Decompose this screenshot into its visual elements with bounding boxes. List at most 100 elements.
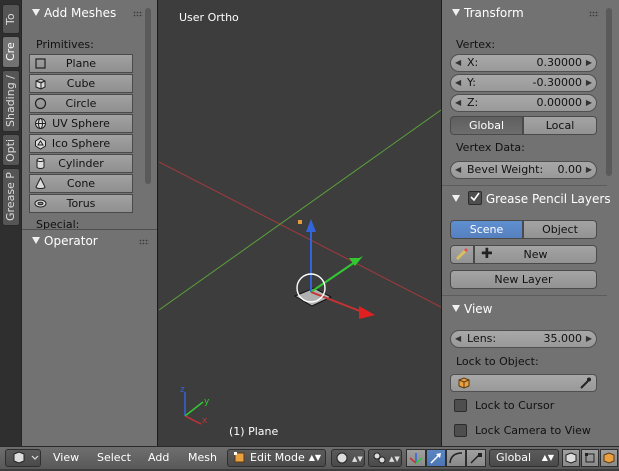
tab-tools[interactable]: To (2, 4, 20, 34)
increment-arrow-icon[interactable]: ▶ (586, 331, 592, 347)
lock-camera-checkbox[interactable] (454, 424, 467, 437)
collapse-triangle-icon (452, 305, 460, 312)
add-cylinder-button[interactable]: Cylinder (29, 154, 133, 173)
menu-mesh[interactable]: Mesh (188, 451, 217, 464)
updown-arrows-icon: ▲▼ (308, 453, 321, 462)
decrement-arrow-icon[interactable]: ◀ (455, 75, 461, 91)
add-uv-sphere-button[interactable]: UV Sphere (29, 114, 133, 133)
vertex-x-field[interactable]: ◀ X: 0.30000 ▶ (450, 54, 597, 72)
new-label: New (523, 248, 548, 261)
new-grease-pencil-button[interactable]: ✚ New (474, 245, 597, 264)
increment-arrow-icon[interactable]: ▶ (586, 95, 592, 111)
svg-text:▲▼: ▲▼ (352, 455, 363, 463)
z-arrow-icon[interactable] (306, 219, 316, 232)
orientation-dropdown[interactable]: Global ▲▼ (489, 449, 559, 467)
3d-viewport[interactable]: z y x User Ortho (1) Plane (159, 0, 441, 446)
viewport-title: User Ortho (179, 11, 239, 24)
decrement-arrow-icon[interactable]: ◀ (455, 331, 461, 347)
grease-pencil-enable-checkbox[interactable] (467, 191, 482, 205)
increment-arrow-icon[interactable]: ▶ (586, 75, 592, 91)
origin-point[interactable] (298, 220, 302, 224)
drag-grip-icon[interactable] (133, 11, 143, 17)
add-cube-label: Cube (66, 77, 96, 90)
lock-object-field[interactable] (450, 374, 597, 392)
checkmark-icon (470, 192, 480, 202)
vertex-x-value: 0.30000 (536, 56, 583, 69)
rotate-manipulator-button[interactable] (446, 449, 466, 467)
drag-grip-icon[interactable] (139, 239, 149, 245)
add-cube-button[interactable]: Cube (29, 74, 133, 93)
collapse-triangle-icon (32, 237, 40, 244)
add-plane-button[interactable]: Plane (29, 54, 133, 73)
pivot-point-dropdown[interactable]: ▲▼ (368, 449, 402, 467)
view-header[interactable]: View (442, 298, 619, 320)
x-arrow-icon[interactable] (359, 306, 375, 319)
properties-scrollbar[interactable] (606, 8, 612, 176)
tab-grease-pencil[interactable]: Grease P (2, 168, 20, 226)
translate-manipulator-button[interactable] (426, 449, 446, 467)
tab-shading[interactable]: Shading / (2, 70, 20, 132)
mode-dropdown[interactable]: Edit Mode ▲▼ (227, 449, 326, 467)
lock-to-cursor-checkbox[interactable] (454, 399, 467, 412)
select-vertex-icon (585, 453, 595, 463)
add-meshes-title: Add Meshes (44, 6, 117, 20)
increment-arrow-icon[interactable]: ▶ (586, 55, 592, 71)
editor-type-dropdown[interactable] (5, 449, 41, 467)
lens-value: 35.000 (543, 332, 583, 345)
add-circle-button[interactable]: Circle (29, 94, 133, 113)
object-toggle[interactable]: Object (523, 220, 597, 239)
viewport-shading-dropdown[interactable]: ▲▼ (331, 449, 365, 467)
rotate-arc-icon (449, 452, 463, 464)
tab-options[interactable]: Opti (2, 134, 20, 166)
menu-add[interactable]: Add (148, 451, 169, 464)
cube-orange-icon (603, 452, 615, 464)
vertex-x-label: X: (467, 56, 479, 69)
vertex-label: Vertex: (456, 38, 496, 51)
uv-sphere-icon (34, 117, 47, 130)
tab-create[interactable]: Cre (2, 36, 20, 68)
object-label: (1) Plane (229, 425, 279, 438)
scale-manipulator-button[interactable] (466, 449, 486, 467)
layer-button-3[interactable] (600, 449, 618, 467)
add-torus-button[interactable]: Torus (29, 194, 133, 213)
tool-shelf-scrollbar[interactable] (145, 8, 151, 184)
primitives-label: Primitives: (36, 38, 94, 51)
bevel-weight-label: Bevel Weight: (467, 163, 544, 176)
increment-arrow-icon[interactable]: ▶ (586, 162, 592, 178)
add-uv-sphere-label: UV Sphere (52, 117, 110, 130)
bevel-weight-field[interactable]: ◀ Bevel Weight: 0.00 ▶ (450, 161, 597, 179)
manipulator-icon (409, 453, 423, 464)
mode-label: Edit Mode (250, 451, 305, 464)
layer-button-2[interactable] (581, 449, 599, 467)
decrement-arrow-icon[interactable]: ◀ (455, 95, 461, 111)
bevel-weight-value: 0.00 (557, 163, 583, 176)
x-axis-line (159, 161, 441, 308)
vertex-y-field[interactable]: ◀ Y: -0.30000 ▶ (450, 74, 597, 92)
operator-header[interactable]: Operator (22, 230, 157, 252)
lock-to-cursor-label: Lock to Cursor (475, 399, 555, 412)
torus-icon (34, 197, 47, 210)
gizmo-x-label: x (202, 416, 208, 426)
menu-select[interactable]: Select (97, 451, 131, 464)
drag-grip-icon[interactable] (589, 11, 599, 17)
local-toggle[interactable]: Local (523, 116, 597, 135)
decrement-arrow-icon[interactable]: ◀ (455, 55, 461, 71)
transform-title: Transform (464, 6, 524, 20)
cube-icon (34, 77, 47, 90)
add-ico-sphere-button[interactable]: Ico Sphere (29, 134, 133, 153)
scene-toggle[interactable]: Scene (450, 220, 523, 239)
lens-field[interactable]: ◀ Lens: 35.000 ▶ (450, 330, 597, 348)
global-toggle[interactable]: Global (450, 116, 523, 135)
grease-pencil-header[interactable]: Grease Pencil Layers (442, 188, 619, 210)
decrement-arrow-icon[interactable]: ◀ (455, 162, 461, 178)
manipulator-toggle[interactable] (406, 449, 426, 467)
vertex-z-field[interactable]: ◀ Z: 0.00000 ▶ (450, 94, 597, 112)
eyedropper-icon[interactable] (578, 376, 592, 390)
new-layer-button[interactable]: New Layer (450, 270, 597, 289)
layer-button-1[interactable] (562, 449, 580, 467)
add-circle-label: Circle (65, 97, 97, 110)
menu-view[interactable]: View (53, 451, 79, 464)
panel-divider (442, 185, 607, 186)
add-cone-button[interactable]: Cone (29, 174, 133, 193)
pencil-datablock-dropdown[interactable] (450, 245, 474, 264)
